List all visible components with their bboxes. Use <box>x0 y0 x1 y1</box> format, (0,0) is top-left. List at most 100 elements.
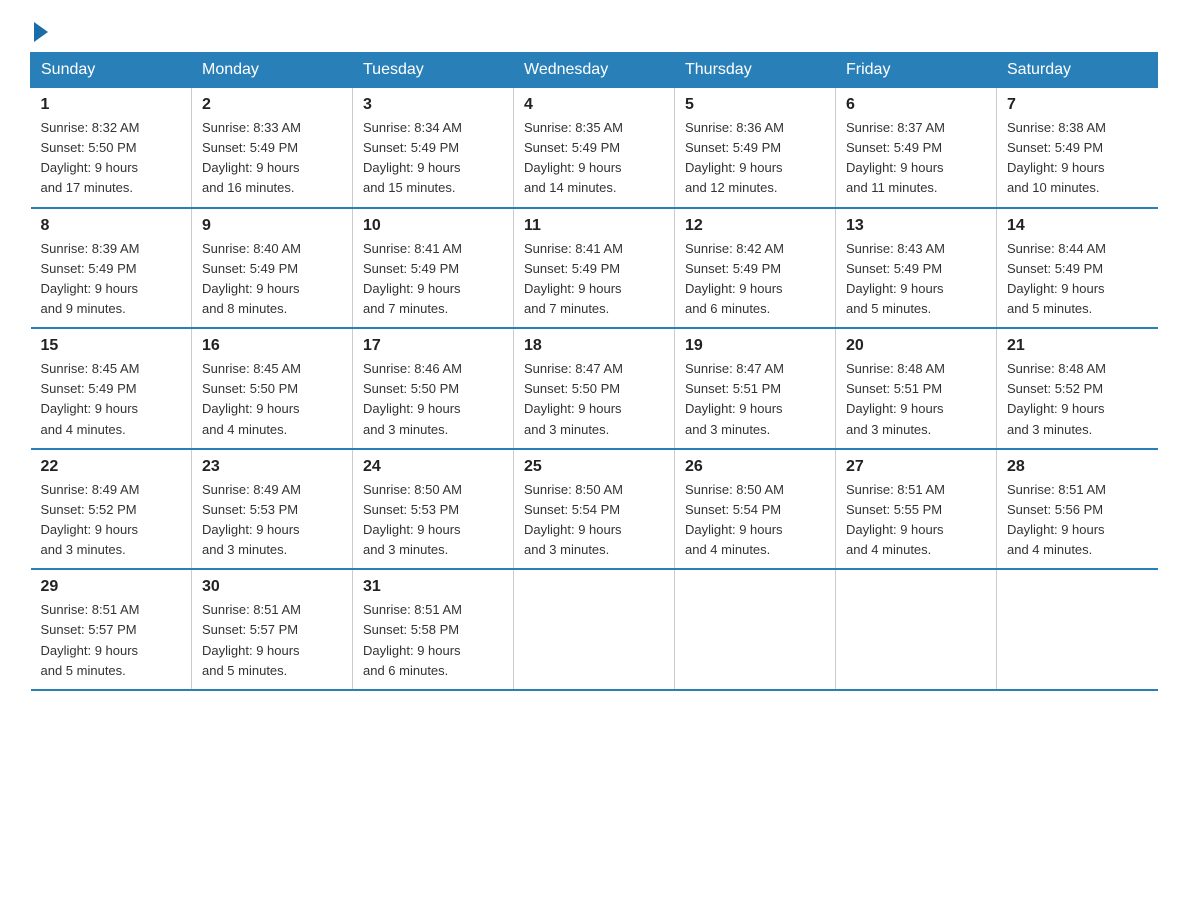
day-info: Sunrise: 8:45 AMSunset: 5:49 PMDaylight:… <box>41 359 182 440</box>
calendar-cell: 30 Sunrise: 8:51 AMSunset: 5:57 PMDayligh… <box>192 569 353 690</box>
day-number: 26 <box>685 458 825 476</box>
calendar-cell: 8 Sunrise: 8:39 AMSunset: 5:49 PMDaylight… <box>31 208 192 329</box>
day-header-tuesday: Tuesday <box>353 53 514 88</box>
day-number: 30 <box>202 578 342 596</box>
day-number: 29 <box>41 578 182 596</box>
calendar-cell: 17 Sunrise: 8:46 AMSunset: 5:50 PMDayligh… <box>353 328 514 449</box>
day-info: Sunrise: 8:48 AMSunset: 5:52 PMDaylight:… <box>1007 359 1148 440</box>
day-number: 27 <box>846 458 986 476</box>
calendar-cell: 11Sunrise: 8:41 AMSunset: 5:49 PMDayligh… <box>514 208 675 329</box>
day-header-monday: Monday <box>192 53 353 88</box>
day-header-wednesday: Wednesday <box>514 53 675 88</box>
day-number: 7 <box>1007 96 1148 114</box>
calendar-cell: 14 Sunrise: 8:44 AMSunset: 5:49 PMDayligh… <box>997 208 1158 329</box>
day-info: Sunrise: 8:44 AMSunset: 5:49 PMDaylight:… <box>1007 239 1148 320</box>
calendar-cell: 7 Sunrise: 8:38 AMSunset: 5:49 PMDaylight… <box>997 88 1158 208</box>
day-number: 25 <box>524 458 664 476</box>
logo-arrow-icon <box>34 22 48 42</box>
day-number: 12 <box>685 217 825 235</box>
day-number: 28 <box>1007 458 1148 476</box>
day-number: 10 <box>363 217 503 235</box>
calendar-cell: 9 Sunrise: 8:40 AMSunset: 5:49 PMDaylight… <box>192 208 353 329</box>
day-number: 2 <box>202 96 342 114</box>
day-info: Sunrise: 8:46 AMSunset: 5:50 PMDaylight:… <box>363 359 503 440</box>
day-info: Sunrise: 8:38 AMSunset: 5:49 PMDaylight:… <box>1007 118 1148 199</box>
day-number: 17 <box>363 337 503 355</box>
day-info: Sunrise: 8:36 AMSunset: 5:49 PMDaylight:… <box>685 118 825 199</box>
day-info: Sunrise: 8:50 AMSunset: 5:54 PMDaylight:… <box>685 480 825 561</box>
day-info: Sunrise: 8:37 AMSunset: 5:49 PMDaylight:… <box>846 118 986 199</box>
day-info: Sunrise: 8:51 AMSunset: 5:58 PMDaylight:… <box>363 600 503 681</box>
day-info: Sunrise: 8:47 AMSunset: 5:50 PMDaylight:… <box>524 359 664 440</box>
calendar-cell: 1 Sunrise: 8:32 AMSunset: 5:50 PMDaylight… <box>31 88 192 208</box>
day-info: Sunrise: 8:49 AMSunset: 5:52 PMDaylight:… <box>41 480 182 561</box>
day-info: Sunrise: 8:51 AMSunset: 5:57 PMDaylight:… <box>202 600 342 681</box>
day-info: Sunrise: 8:50 AMSunset: 5:53 PMDaylight:… <box>363 480 503 561</box>
calendar-cell <box>836 569 997 690</box>
week-row-2: 8 Sunrise: 8:39 AMSunset: 5:49 PMDaylight… <box>31 208 1158 329</box>
day-info: Sunrise: 8:35 AMSunset: 5:49 PMDaylight:… <box>524 118 664 199</box>
calendar-cell: 20Sunrise: 8:48 AMSunset: 5:51 PMDayligh… <box>836 328 997 449</box>
day-info: Sunrise: 8:51 AMSunset: 5:57 PMDaylight:… <box>41 600 182 681</box>
day-info: Sunrise: 8:50 AMSunset: 5:54 PMDaylight:… <box>524 480 664 561</box>
day-number: 22 <box>41 458 182 476</box>
calendar-cell: 29 Sunrise: 8:51 AMSunset: 5:57 PMDayligh… <box>31 569 192 690</box>
day-number: 20 <box>846 337 986 355</box>
calendar-cell: 16Sunrise: 8:45 AMSunset: 5:50 PMDayligh… <box>192 328 353 449</box>
logo <box>30 20 48 42</box>
calendar-cell: 6 Sunrise: 8:37 AMSunset: 5:49 PMDaylight… <box>836 88 997 208</box>
day-number: 23 <box>202 458 342 476</box>
day-number: 16 <box>202 337 342 355</box>
calendar-cell: 13Sunrise: 8:43 AMSunset: 5:49 PMDayligh… <box>836 208 997 329</box>
calendar-cell: 31Sunrise: 8:51 AMSunset: 5:58 PMDayligh… <box>353 569 514 690</box>
day-number: 13 <box>846 217 986 235</box>
day-header-thursday: Thursday <box>675 53 836 88</box>
day-number: 11 <box>524 217 664 235</box>
day-number: 15 <box>41 337 182 355</box>
day-header-row: SundayMondayTuesdayWednesdayThursdayFrid… <box>31 53 1158 88</box>
day-number: 5 <box>685 96 825 114</box>
calendar-cell: 21 Sunrise: 8:48 AMSunset: 5:52 PMDayligh… <box>997 328 1158 449</box>
day-header-friday: Friday <box>836 53 997 88</box>
day-info: Sunrise: 8:49 AMSunset: 5:53 PMDaylight:… <box>202 480 342 561</box>
calendar-cell: 27 Sunrise: 8:51 AMSunset: 5:55 PMDayligh… <box>836 449 997 570</box>
calendar-cell: 28 Sunrise: 8:51 AMSunset: 5:56 PMDayligh… <box>997 449 1158 570</box>
day-info: Sunrise: 8:32 AMSunset: 5:50 PMDaylight:… <box>41 118 182 199</box>
calendar-cell <box>997 569 1158 690</box>
day-number: 21 <box>1007 337 1148 355</box>
week-row-4: 22 Sunrise: 8:49 AMSunset: 5:52 PMDayligh… <box>31 449 1158 570</box>
day-info: Sunrise: 8:40 AMSunset: 5:49 PMDaylight:… <box>202 239 342 320</box>
day-number: 3 <box>363 96 503 114</box>
day-info: Sunrise: 8:51 AMSunset: 5:55 PMDaylight:… <box>846 480 986 561</box>
day-header-saturday: Saturday <box>997 53 1158 88</box>
calendar-cell: 23 Sunrise: 8:49 AMSunset: 5:53 PMDayligh… <box>192 449 353 570</box>
calendar-cell: 10Sunrise: 8:41 AMSunset: 5:49 PMDayligh… <box>353 208 514 329</box>
day-info: Sunrise: 8:33 AMSunset: 5:49 PMDaylight:… <box>202 118 342 199</box>
day-number: 4 <box>524 96 664 114</box>
calendar-cell: 22 Sunrise: 8:49 AMSunset: 5:52 PMDayligh… <box>31 449 192 570</box>
calendar-cell: 2 Sunrise: 8:33 AMSunset: 5:49 PMDaylight… <box>192 88 353 208</box>
calendar-cell: 19Sunrise: 8:47 AMSunset: 5:51 PMDayligh… <box>675 328 836 449</box>
day-number: 9 <box>202 217 342 235</box>
page-header <box>30 20 1158 42</box>
day-info: Sunrise: 8:51 AMSunset: 5:56 PMDaylight:… <box>1007 480 1148 561</box>
day-number: 18 <box>524 337 664 355</box>
calendar-cell <box>514 569 675 690</box>
day-number: 19 <box>685 337 825 355</box>
calendar-cell: 24 Sunrise: 8:50 AMSunset: 5:53 PMDayligh… <box>353 449 514 570</box>
day-number: 24 <box>363 458 503 476</box>
calendar-cell: 4 Sunrise: 8:35 AMSunset: 5:49 PMDaylight… <box>514 88 675 208</box>
day-number: 6 <box>846 96 986 114</box>
day-number: 14 <box>1007 217 1148 235</box>
day-info: Sunrise: 8:39 AMSunset: 5:49 PMDaylight:… <box>41 239 182 320</box>
calendar-cell: 26 Sunrise: 8:50 AMSunset: 5:54 PMDayligh… <box>675 449 836 570</box>
calendar-cell: 5 Sunrise: 8:36 AMSunset: 5:49 PMDaylight… <box>675 88 836 208</box>
day-number: 8 <box>41 217 182 235</box>
day-info: Sunrise: 8:34 AMSunset: 5:49 PMDaylight:… <box>363 118 503 199</box>
calendar-cell: 12 Sunrise: 8:42 AMSunset: 5:49 PMDayligh… <box>675 208 836 329</box>
day-number: 1 <box>41 96 182 114</box>
calendar-table: SundayMondayTuesdayWednesdayThursdayFrid… <box>30 52 1158 691</box>
day-info: Sunrise: 8:42 AMSunset: 5:49 PMDaylight:… <box>685 239 825 320</box>
calendar-cell: 3 Sunrise: 8:34 AMSunset: 5:49 PMDaylight… <box>353 88 514 208</box>
calendar-cell <box>675 569 836 690</box>
